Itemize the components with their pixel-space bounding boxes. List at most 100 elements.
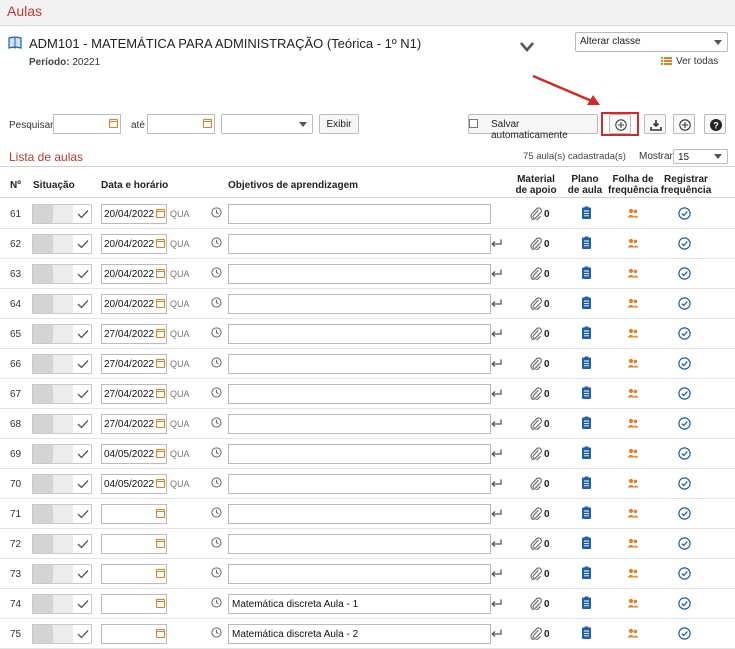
check-circle-icon[interactable]: [678, 417, 691, 430]
date-field[interactable]: 20/04/2022: [101, 234, 167, 254]
enter-icon[interactable]: [491, 599, 502, 608]
users-icon[interactable]: [627, 238, 639, 248]
date-field[interactable]: 20/04/2022: [101, 294, 167, 314]
exibir-button[interactable]: Exibir: [319, 114, 359, 134]
mostrar-select[interactable]: 15: [673, 149, 728, 164]
objetivos-input[interactable]: [228, 264, 491, 284]
calendar-icon[interactable]: [156, 209, 165, 218]
users-icon[interactable]: [627, 418, 639, 428]
objetivos-input[interactable]: [228, 354, 491, 374]
clock-icon[interactable]: [211, 567, 222, 578]
calendar-icon[interactable]: [156, 299, 165, 308]
date-field[interactable]: 27/04/2022: [101, 414, 167, 434]
paperclip-icon[interactable]: [530, 447, 542, 460]
ver-todas-link[interactable]: Ver todas: [661, 56, 718, 67]
document-icon[interactable]: [581, 266, 592, 280]
objetivos-input[interactable]: [228, 324, 491, 344]
users-icon[interactable]: [627, 208, 639, 218]
date-field[interactable]: [101, 564, 167, 584]
users-icon[interactable]: [627, 448, 639, 458]
calendar-icon[interactable]: [156, 389, 165, 398]
objetivos-input[interactable]: [228, 474, 491, 494]
enter-icon[interactable]: [491, 239, 502, 248]
situacao-toggle[interactable]: [32, 264, 92, 284]
enter-icon[interactable]: [491, 389, 502, 398]
check-circle-icon[interactable]: [678, 597, 691, 610]
enter-icon[interactable]: [491, 299, 502, 308]
check-circle-icon[interactable]: [678, 297, 691, 310]
paperclip-icon[interactable]: [530, 417, 542, 430]
paperclip-icon[interactable]: [530, 507, 542, 520]
paperclip-icon[interactable]: [530, 207, 542, 220]
paperclip-icon[interactable]: [530, 297, 542, 310]
objetivos-input[interactable]: [228, 564, 491, 584]
objetivos-input[interactable]: Matemática discreta Aula - 1: [228, 594, 491, 614]
calendar-icon[interactable]: [203, 119, 212, 128]
objetivos-input[interactable]: [228, 504, 491, 524]
check-circle-icon[interactable]: [678, 507, 691, 520]
date-field[interactable]: 27/04/2022: [101, 384, 167, 404]
situacao-toggle[interactable]: [32, 444, 92, 464]
paperclip-icon[interactable]: [530, 237, 542, 250]
situacao-toggle[interactable]: [32, 354, 92, 374]
clock-icon[interactable]: [211, 477, 222, 488]
calendar-icon[interactable]: [156, 449, 165, 458]
calendar-icon[interactable]: [156, 239, 165, 248]
clock-icon[interactable]: [211, 267, 222, 278]
salvar-checkbox[interactable]: [469, 119, 478, 128]
enter-icon[interactable]: [491, 419, 502, 428]
paperclip-icon[interactable]: [530, 267, 542, 280]
situacao-toggle[interactable]: [32, 534, 92, 554]
enter-icon[interactable]: [491, 359, 502, 368]
paperclip-icon[interactable]: [530, 327, 542, 340]
clock-icon[interactable]: [211, 627, 222, 638]
date-field[interactable]: 20/04/2022: [101, 264, 167, 284]
users-icon[interactable]: [627, 478, 639, 488]
search-date-to[interactable]: [147, 114, 215, 134]
date-field[interactable]: [101, 504, 167, 524]
enter-icon[interactable]: [491, 479, 502, 488]
situacao-toggle[interactable]: [32, 234, 92, 254]
objetivos-input[interactable]: [228, 294, 491, 314]
situacao-toggle[interactable]: [32, 624, 92, 644]
document-icon[interactable]: [581, 236, 592, 250]
calendar-icon[interactable]: [156, 569, 165, 578]
situacao-toggle[interactable]: [32, 594, 92, 614]
document-icon[interactable]: [581, 536, 592, 550]
document-icon[interactable]: [581, 386, 592, 400]
paperclip-icon[interactable]: [530, 477, 542, 490]
document-icon[interactable]: [581, 446, 592, 460]
situacao-toggle[interactable]: [32, 384, 92, 404]
check-circle-icon[interactable]: [678, 207, 691, 220]
document-icon[interactable]: [581, 476, 592, 490]
users-icon[interactable]: [627, 268, 639, 278]
objetivos-input[interactable]: [228, 444, 491, 464]
users-icon[interactable]: [627, 358, 639, 368]
clock-icon[interactable]: [211, 507, 222, 518]
check-circle-icon[interactable]: [678, 447, 691, 460]
document-icon[interactable]: [581, 626, 592, 640]
situacao-toggle[interactable]: [32, 324, 92, 344]
paperclip-icon[interactable]: [530, 597, 542, 610]
objetivos-input[interactable]: [228, 234, 491, 254]
date-field[interactable]: 20/04/2022: [101, 204, 167, 224]
objetivos-input[interactable]: Matemática discreta Aula - 2: [228, 624, 491, 644]
check-circle-icon[interactable]: [678, 477, 691, 490]
check-circle-icon[interactable]: [678, 537, 691, 550]
check-circle-icon[interactable]: [678, 567, 691, 580]
clock-icon[interactable]: [211, 297, 222, 308]
check-circle-icon[interactable]: [678, 357, 691, 370]
document-icon[interactable]: [581, 356, 592, 370]
situacao-toggle[interactable]: [32, 504, 92, 524]
enter-icon[interactable]: [491, 569, 502, 578]
clock-icon[interactable]: [211, 357, 222, 368]
document-icon[interactable]: [581, 206, 592, 220]
check-circle-icon[interactable]: [678, 627, 691, 640]
enter-icon[interactable]: [491, 509, 502, 518]
chevron-down-icon[interactable]: [519, 41, 535, 53]
paperclip-icon[interactable]: [530, 627, 542, 640]
calendar-icon[interactable]: [156, 509, 165, 518]
users-icon[interactable]: [627, 388, 639, 398]
search-filter-select[interactable]: [221, 114, 313, 134]
users-icon[interactable]: [627, 328, 639, 338]
